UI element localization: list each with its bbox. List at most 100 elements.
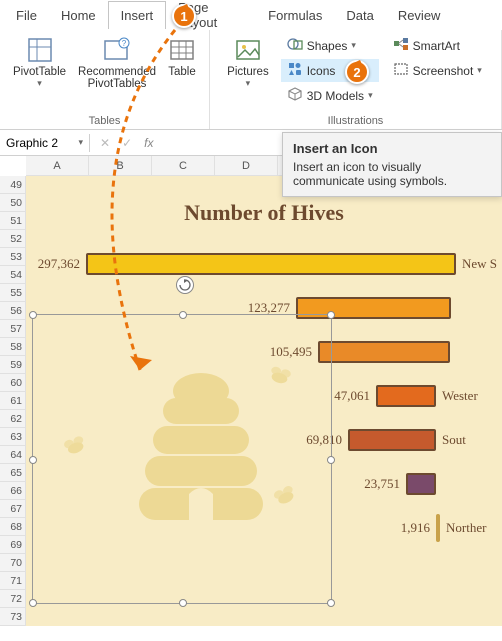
chart-bar <box>86 253 456 275</box>
tab-review[interactable]: Review <box>386 2 453 29</box>
row-header[interactable]: 57 <box>0 320 26 338</box>
chevron-down-icon: ▾ <box>351 40 356 51</box>
chevron-down-icon: ▾ <box>78 137 83 148</box>
3d-models-button[interactable]: 3D Models ▾ <box>281 84 379 107</box>
table-label: Table <box>168 66 196 78</box>
row-header[interactable]: 65 <box>0 464 26 482</box>
table-icon <box>168 36 196 64</box>
icons-tooltip: Insert an Icon Insert an icon to visuall… <box>282 132 502 197</box>
chart-bar <box>348 429 436 451</box>
shapes-label: Shapes <box>307 39 348 53</box>
resize-handle[interactable] <box>327 311 335 319</box>
confirm-formula-button[interactable]: ✓ <box>118 136 136 150</box>
row-header[interactable]: 53 <box>0 248 26 266</box>
3d-models-label: 3D Models <box>307 89 364 103</box>
icons-label: Icons <box>307 64 336 78</box>
row-header[interactable]: 49 <box>0 176 26 194</box>
pictures-button[interactable]: Pictures ▾ <box>223 34 273 91</box>
shapes-button[interactable]: Shapes ▾ <box>281 34 379 57</box>
col-header[interactable]: D <box>215 156 278 176</box>
row-header[interactable]: 67 <box>0 500 26 518</box>
ribbon: PivotTable ▾ ? Recommended PivotTables T… <box>0 30 502 130</box>
chevron-down-icon: ▾ <box>246 78 251 89</box>
tables-group-label: Tables <box>6 113 203 127</box>
chevron-down-icon: ▾ <box>477 65 482 76</box>
row-header[interactable]: 51 <box>0 212 26 230</box>
rotate-handle[interactable] <box>176 276 194 294</box>
chevron-down-icon: ▾ <box>368 90 373 101</box>
smartart-button[interactable]: SmartArt <box>387 34 488 57</box>
chevron-down-icon: ▾ <box>37 78 42 89</box>
pivottable-icon <box>26 36 54 64</box>
row-header[interactable]: 64 <box>0 446 26 464</box>
row-header[interactable]: 58 <box>0 338 26 356</box>
cancel-formula-button[interactable]: ✕ <box>96 136 114 150</box>
bar-category-label: New S <box>456 256 497 272</box>
bar-category-label: Norther <box>440 520 486 536</box>
table-button[interactable]: Table <box>164 34 200 92</box>
resize-handle[interactable] <box>29 311 37 319</box>
chart-bar <box>406 473 436 495</box>
smartart-icon <box>393 36 409 55</box>
bar-category-label: Wester <box>436 388 478 404</box>
name-box-value: Graphic 2 <box>6 136 58 150</box>
grid-area: 49 50 51 52 53 54 55 56 57 58 59 60 61 6… <box>0 176 502 626</box>
row-headers: 49 50 51 52 53 54 55 56 57 58 59 60 61 6… <box>0 176 26 626</box>
chart-bar <box>318 341 450 363</box>
col-header[interactable]: C <box>152 156 215 176</box>
row-header[interactable]: 61 <box>0 392 26 410</box>
fx-button[interactable]: fx <box>140 136 157 150</box>
chart-canvas[interactable]: Number of Hives 297,362 New S 123,277 10… <box>26 176 502 626</box>
screenshot-icon <box>393 61 409 80</box>
resize-handle[interactable] <box>327 456 335 464</box>
row-header[interactable]: 69 <box>0 536 26 554</box>
bar-category-label: Sout <box>436 432 466 448</box>
row-header[interactable]: 60 <box>0 374 26 392</box>
col-header[interactable]: A <box>26 156 89 176</box>
row-header[interactable]: 66 <box>0 482 26 500</box>
row-header[interactable]: 55 <box>0 284 26 302</box>
row-header[interactable]: 70 <box>0 554 26 572</box>
icons-icon <box>287 61 303 80</box>
resize-handle[interactable] <box>29 599 37 607</box>
smartart-label: SmartArt <box>413 39 460 53</box>
resize-handle[interactable] <box>179 311 187 319</box>
row-header[interactable]: 63 <box>0 428 26 446</box>
tab-formulas[interactable]: Formulas <box>256 2 334 29</box>
row-header[interactable]: 54 <box>0 266 26 284</box>
row-header[interactable]: 59 <box>0 356 26 374</box>
pivottable-label: PivotTable <box>13 66 66 78</box>
svg-text:?: ? <box>122 39 127 48</box>
tooltip-body: Insert an icon to visually communicate u… <box>293 160 491 188</box>
row-header[interactable]: 62 <box>0 410 26 428</box>
tab-file[interactable]: File <box>4 2 49 29</box>
screenshot-button[interactable]: Screenshot ▾ <box>387 59 488 82</box>
pivottable-button[interactable]: PivotTable ▾ <box>9 34 70 92</box>
callout-1: 1 <box>172 4 196 28</box>
tab-insert[interactable]: Insert <box>108 1 167 29</box>
resize-handle[interactable] <box>327 599 335 607</box>
col-header[interactable]: B <box>89 156 152 176</box>
tab-home[interactable]: Home <box>49 2 108 29</box>
selection-box[interactable] <box>32 314 332 604</box>
tab-strip: File Home Insert Page Layout Formulas Da… <box>0 0 502 30</box>
row-header[interactable]: 52 <box>0 230 26 248</box>
resize-handle[interactable] <box>179 599 187 607</box>
row-header[interactable]: 56 <box>0 302 26 320</box>
recommended-pivot-icon: ? <box>103 36 131 64</box>
row-header[interactable]: 73 <box>0 608 26 626</box>
chart-bar <box>376 385 436 407</box>
tooltip-title: Insert an Icon <box>293 141 491 156</box>
resize-handle[interactable] <box>29 456 37 464</box>
row-header[interactable]: 68 <box>0 518 26 536</box>
row-header[interactable]: 71 <box>0 572 26 590</box>
tab-data[interactable]: Data <box>334 2 385 29</box>
name-box[interactable]: Graphic 2 ▾ <box>0 134 90 152</box>
row-header[interactable]: 50 <box>0 194 26 212</box>
group-tables: PivotTable ▾ ? Recommended PivotTables T… <box>0 30 210 129</box>
recommended-pivottables-button[interactable]: ? Recommended PivotTables <box>74 34 160 92</box>
row-header[interactable]: 72 <box>0 590 26 608</box>
pictures-label: Pictures <box>227 66 269 78</box>
3d-models-icon <box>287 86 303 105</box>
shapes-icon <box>287 36 303 55</box>
